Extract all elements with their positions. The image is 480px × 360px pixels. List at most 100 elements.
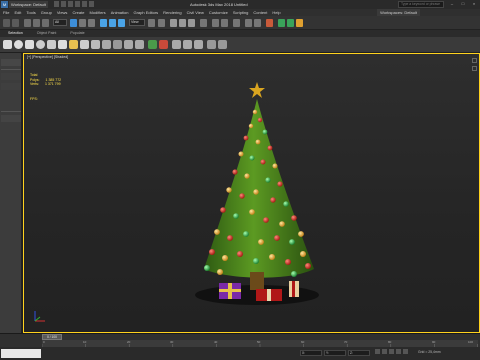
workspace-title[interactable]: Workspace: Default	[9, 1, 48, 8]
menu-create[interactable]: Create	[72, 9, 84, 16]
minimize-button[interactable]: –	[448, 1, 456, 7]
x-coordinate-field[interactable]: X:	[300, 350, 322, 356]
search-input[interactable]: Type a keyword or phrase	[398, 1, 444, 8]
create-compound-icon[interactable]	[124, 40, 133, 49]
create-sphere-icon[interactable]	[14, 40, 23, 49]
save-file-icon[interactable]	[68, 1, 73, 7]
menu-edit[interactable]: Edit	[14, 9, 21, 16]
layer-explorer-icon[interactable]	[233, 19, 240, 27]
project-folder-icon[interactable]	[89, 1, 94, 7]
modifier-icon[interactable]	[172, 40, 181, 49]
window-title: Autodesk 3ds Max 2018 Untitled	[190, 2, 248, 7]
menu-views[interactable]: Views	[57, 9, 68, 16]
go-to-start-icon[interactable]	[375, 349, 380, 354]
workspace-select[interactable]: Workspaces: Default	[377, 9, 420, 16]
create-shape-icon[interactable]	[113, 40, 122, 49]
tab-selection[interactable]: Selection	[8, 30, 23, 37]
new-file-icon[interactable]	[54, 1, 59, 7]
create-plane-icon[interactable]	[47, 40, 56, 49]
motion-icon[interactable]	[194, 40, 203, 49]
next-frame-icon[interactable]	[396, 349, 401, 354]
menu-customize[interactable]: Customize	[209, 9, 228, 16]
menu-graph-editors[interactable]: Graph Editors	[133, 9, 158, 16]
menu-group[interactable]: Group	[41, 9, 52, 16]
create-camera-icon[interactable]	[80, 40, 89, 49]
world-axis-tripod	[34, 311, 45, 322]
maximize-button[interactable]: □	[459, 1, 467, 7]
schematic-view-icon[interactable]	[254, 19, 261, 27]
create-cone-icon[interactable]	[58, 40, 67, 49]
bind-spacewarp-icon[interactable]	[42, 19, 49, 27]
create-foliage-icon[interactable]	[148, 40, 157, 49]
hierarchy-icon[interactable]	[183, 40, 192, 49]
select-manipulate-icon[interactable]	[158, 19, 165, 27]
window-controls: – □ ×	[448, 1, 478, 7]
create-system-icon[interactable]	[159, 40, 168, 49]
tick-label: 60	[301, 340, 305, 344]
menu-content[interactable]: Content	[253, 9, 267, 16]
create-helper-icon[interactable]	[91, 40, 100, 49]
open-file-icon[interactable]	[61, 1, 66, 7]
link-icon[interactable]	[24, 19, 31, 27]
tab-populate[interactable]: Populate	[70, 30, 84, 37]
create-light-icon[interactable]	[69, 40, 78, 49]
utilities-icon[interactable]	[218, 40, 227, 49]
named-selection-icon[interactable]	[200, 19, 207, 27]
selection-region-icon[interactable]	[88, 19, 95, 27]
rendered-frame-window-icon[interactable]	[287, 19, 294, 27]
menu-tools[interactable]: Tools	[26, 9, 35, 16]
create-particle-icon[interactable]	[135, 40, 144, 49]
redo-icon[interactable]	[82, 1, 87, 7]
menu-rendering[interactable]: Rendering	[163, 9, 181, 16]
tick-label: 30	[170, 340, 174, 344]
menu-civil-view[interactable]: Civil View	[187, 9, 204, 16]
create-box-icon[interactable]	[3, 40, 12, 49]
menu-help[interactable]: Help	[272, 9, 280, 16]
scene-explorer-panel	[0, 53, 22, 333]
play-icon[interactable]	[389, 349, 394, 354]
menu-animation[interactable]: Animation	[111, 9, 129, 16]
undo-icon[interactable]	[75, 1, 80, 7]
scale-icon[interactable]	[118, 19, 125, 27]
z-coordinate-field[interactable]: Z:	[348, 350, 370, 356]
select-by-name-icon[interactable]	[79, 19, 86, 27]
reference-coordinate-dropdown[interactable]: View	[129, 19, 145, 26]
close-button[interactable]: ×	[470, 1, 478, 7]
material-editor-icon[interactable]	[266, 19, 273, 27]
menu-modifiers[interactable]: Modifiers	[89, 9, 105, 16]
undo-icon[interactable]	[3, 19, 10, 27]
explorer-row[interactable]	[1, 83, 21, 90]
pivot-center-icon[interactable]	[148, 19, 155, 27]
percent-snap-icon[interactable]	[188, 19, 195, 27]
scene-explorer-header[interactable]	[1, 59, 21, 66]
curve-editor-icon[interactable]	[245, 19, 252, 27]
align-icon[interactable]	[221, 19, 228, 27]
explorer-row[interactable]	[1, 73, 21, 80]
menu-file[interactable]: File	[3, 9, 9, 16]
maxscript-listener[interactable]	[1, 349, 41, 358]
create-spline-icon[interactable]	[102, 40, 111, 49]
perspective-viewport[interactable]: [+] [Perspective] [Shaded] Total Polys: …	[23, 53, 480, 333]
panel-divider	[1, 69, 21, 70]
previous-frame-icon[interactable]	[382, 349, 387, 354]
render-production-icon[interactable]	[296, 19, 303, 27]
display-icon[interactable]	[207, 40, 216, 49]
selection-filter-dropdown[interactable]: All	[53, 19, 67, 26]
snaps-toggle-icon[interactable]	[170, 19, 177, 27]
select-object-icon[interactable]	[70, 19, 77, 27]
rotate-icon[interactable]	[109, 19, 116, 27]
explorer-row[interactable]	[1, 115, 21, 122]
mirror-icon[interactable]	[212, 19, 219, 27]
create-torus-icon[interactable]	[36, 40, 45, 49]
move-icon[interactable]	[100, 19, 107, 27]
app-logo-icon[interactable]: M	[1, 1, 8, 8]
unlink-icon[interactable]	[33, 19, 40, 27]
y-coordinate-field[interactable]: Y:	[324, 350, 346, 356]
go-to-end-icon[interactable]	[403, 349, 408, 354]
render-setup-icon[interactable]	[278, 19, 285, 27]
tab-object-paint[interactable]: Object Paint	[37, 30, 57, 37]
create-cylinder-icon[interactable]	[25, 40, 34, 49]
redo-icon[interactable]	[12, 19, 19, 27]
angle-snap-icon[interactable]	[179, 19, 186, 27]
menu-scripting[interactable]: Scripting	[233, 9, 249, 16]
